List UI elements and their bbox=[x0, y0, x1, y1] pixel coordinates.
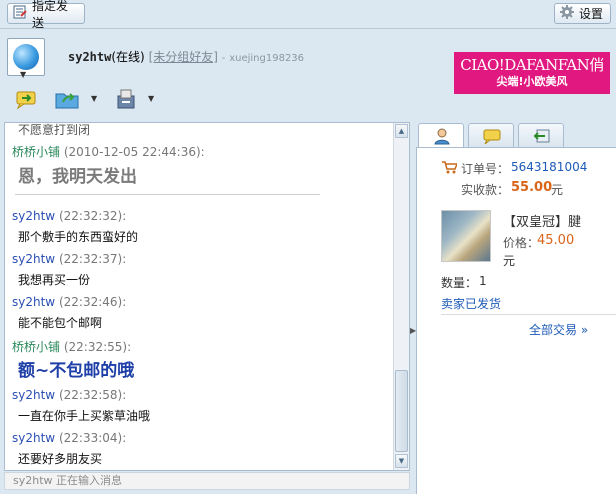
message-text: 不愿意打到闭 bbox=[18, 123, 91, 137]
contact-group-link[interactable]: [未分组好友] bbox=[149, 50, 218, 64]
transfer-file-icon[interactable] bbox=[54, 88, 80, 110]
message-time: (22:32:58): bbox=[58, 388, 127, 402]
message-text: 那个敷手的东西蛮好的 bbox=[18, 230, 139, 244]
message-time: (22:32:55): bbox=[63, 340, 132, 354]
product-name[interactable]: 【双皇冠】腱 bbox=[503, 211, 581, 230]
message-header: sy2htw (22:33:04): bbox=[12, 431, 126, 445]
paid-label: 实收款： bbox=[461, 183, 510, 197]
order-no-label: 订单号： bbox=[461, 162, 510, 176]
message-header: sy2htw (22:32:37): bbox=[12, 252, 126, 266]
shop-tools-icon[interactable] bbox=[114, 88, 140, 110]
gear-icon bbox=[559, 4, 575, 23]
chat-history-panel[interactable]: 不愿意打到闭 桥桥小铺 (2010-12-05 22:44:36): 恩，我明天… bbox=[4, 122, 410, 471]
chat-scrollbar[interactable]: ▲ ▼ bbox=[393, 123, 409, 470]
message-header: 桥桥小铺 (2010-12-05 22:44:36): bbox=[12, 143, 205, 160]
message-divider bbox=[15, 194, 320, 195]
message-time: (2010-12-05 22:44:36): bbox=[63, 145, 205, 159]
sender-name: sy2htw bbox=[12, 252, 56, 266]
shopping-cart-icon bbox=[442, 161, 457, 174]
return-arrow-icon bbox=[533, 129, 550, 143]
ad-slogan: 尖端!小欧美风 bbox=[496, 75, 568, 88]
contact-separator: - bbox=[221, 53, 226, 64]
order-number[interactable]: 5643181004 bbox=[511, 160, 587, 174]
tab-transactions[interactable] bbox=[518, 123, 564, 147]
message-header: sy2htw (22:32:58): bbox=[12, 388, 126, 402]
ad-brand: CIAO!DAFANFAN俏 bbox=[460, 56, 604, 74]
sender-name: 桥桥小铺 bbox=[12, 145, 61, 159]
contact-status: (在线) bbox=[111, 50, 145, 64]
chat-history-icon[interactable] bbox=[14, 88, 40, 110]
globe-icon bbox=[13, 44, 39, 70]
message-time: (22:32:46): bbox=[58, 295, 127, 309]
sender-name: sy2htw bbox=[12, 295, 56, 309]
person-icon bbox=[434, 128, 450, 145]
message-list: 不愿意打到闭 桥桥小铺 (2010-12-05 22:44:36): 恩，我明天… bbox=[5, 123, 395, 470]
quantity-label: 数量： bbox=[441, 276, 478, 290]
product-thumbnail[interactable] bbox=[441, 210, 491, 262]
price-unit: 元 bbox=[503, 254, 516, 268]
tab-profile[interactable] bbox=[418, 123, 464, 148]
speech-bubble-icon bbox=[483, 129, 501, 145]
message-text: 额~不包邮的哦 bbox=[18, 361, 135, 381]
message-header: 桥桥小铺 (22:32:55): bbox=[12, 338, 131, 355]
paid-unit: 元 bbox=[551, 183, 564, 197]
sender-name: sy2htw bbox=[12, 388, 56, 402]
scroll-thumb[interactable] bbox=[395, 370, 408, 452]
sender-name: sy2htw bbox=[12, 209, 56, 223]
sender-name: sy2htw bbox=[12, 431, 56, 445]
message-header: sy2htw (22:32:32): bbox=[12, 209, 126, 223]
toolbar-divider bbox=[0, 28, 616, 29]
quantity-value: 1 bbox=[479, 274, 487, 288]
contact-header: sy2htw(在线) [未分组好友] - xuejing198236 bbox=[68, 48, 304, 65]
settings-label: 设置 bbox=[579, 7, 604, 21]
message-time: (22:33:04): bbox=[58, 431, 127, 445]
message-text: 能不能包个邮啊 bbox=[18, 316, 103, 330]
send-to-button[interactable]: 指定发送 bbox=[7, 0, 85, 30]
typing-status: sy2htw 正在输入消息 bbox=[4, 472, 410, 490]
message-time: (22:32:32): bbox=[58, 209, 127, 223]
message-text: 我想再买一份 bbox=[18, 273, 91, 287]
scroll-down-icon[interactable]: ▼ bbox=[395, 454, 408, 468]
order-info-panel: 订单号： 5643181004 实收款： 55.00 元 【双皇冠】腱 价格： … bbox=[416, 147, 616, 494]
chevron-down-icon[interactable]: ▼ bbox=[91, 94, 97, 103]
tab-quick-reply[interactable] bbox=[468, 123, 514, 147]
price-value: 45.00 bbox=[537, 233, 575, 248]
message-header: sy2htw (22:32:46): bbox=[12, 295, 126, 309]
contact-name: sy2htw bbox=[68, 50, 112, 64]
ad-banner[interactable]: CIAO!DAFANFAN俏 尖端!小欧美风 bbox=[454, 52, 610, 94]
send-to-icon bbox=[12, 4, 28, 23]
chevron-down-icon[interactable]: ▼ bbox=[148, 94, 154, 103]
scroll-up-icon[interactable]: ▲ bbox=[395, 124, 408, 138]
chevron-down-icon[interactable]: ▼ bbox=[20, 70, 26, 79]
price-label: 价格： bbox=[503, 236, 540, 250]
message-text: 恩，我明天发出 bbox=[18, 167, 137, 187]
sender-name: 桥桥小铺 bbox=[12, 340, 61, 354]
panel-divider bbox=[441, 314, 616, 315]
settings-button[interactable]: 设置 bbox=[554, 3, 611, 24]
paid-amount: 55.00 bbox=[511, 180, 553, 195]
message-time: (22:32:37): bbox=[58, 252, 127, 266]
send-to-label: 指定发送 bbox=[32, 0, 69, 30]
contact-account: xuejing198236 bbox=[229, 53, 305, 64]
all-transactions-link[interactable]: 全部交易 » bbox=[529, 321, 588, 338]
shipping-status-link[interactable]: 卖家已发货 bbox=[441, 295, 501, 312]
message-text: 还要好多朋友买 bbox=[18, 452, 103, 466]
message-text: 一直在你手上买紫草油哦 bbox=[18, 409, 151, 423]
